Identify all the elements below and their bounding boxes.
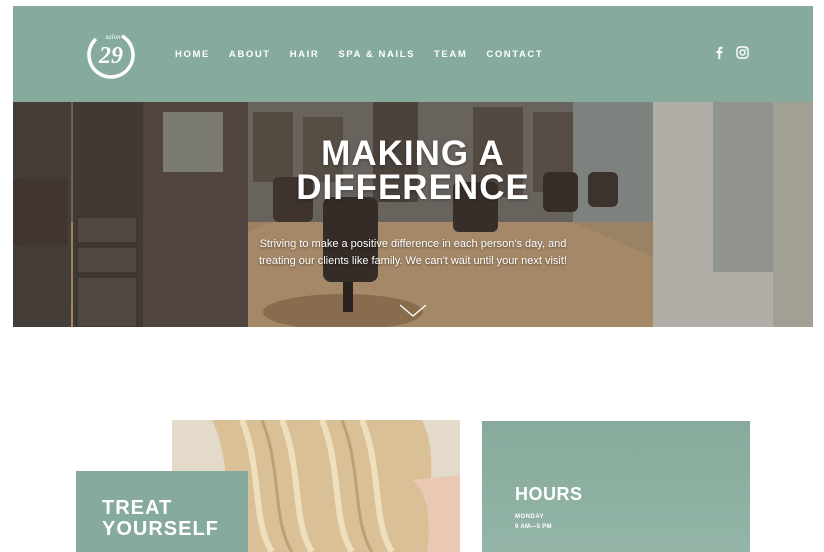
treat-title: TREAT YOURSELF	[102, 498, 248, 540]
svg-text:29: 29	[98, 43, 123, 69]
hero-subtitle: Striving to make a positive difference i…	[243, 236, 583, 270]
nav-home[interactable]: HOME	[175, 49, 210, 60]
hours-time: 9 AM—5 PM	[515, 524, 552, 530]
nav-team[interactable]: TEAM	[434, 49, 467, 60]
social-links	[713, 46, 749, 59]
nav-spa-nails[interactable]: SPA & NAILS	[338, 49, 415, 60]
nav-hair[interactable]: HAIR	[290, 49, 320, 60]
treat-title-line2: YOURSELF	[102, 518, 219, 540]
nav-contact[interactable]: CONTACT	[486, 49, 543, 60]
hours-card: HOURS MONDAY 9 AM—5 PM	[482, 421, 750, 552]
hero-subtitle-line1: Striving to make a positive difference i…	[259, 238, 567, 250]
hours-day: MONDAY	[515, 514, 545, 520]
site-header: 29 salon HOME ABOUT HAIR SPA & NAILS TEA…	[13, 6, 813, 102]
hero-title-line2: DIFFERENCE	[296, 168, 530, 207]
hero-title: MAKING A DIFFERENCE	[13, 134, 813, 207]
salon-logo[interactable]: 29 salon	[85, 28, 137, 80]
hero-subtitle-line2: treating our clients like family. We can…	[259, 255, 567, 267]
hero-title-line1: MAKING A	[321, 134, 505, 173]
hours-title: HOURS	[515, 484, 583, 504]
instagram-icon[interactable]	[736, 46, 749, 59]
nav-about[interactable]: ABOUT	[229, 49, 271, 60]
svg-text:salon: salon	[105, 33, 121, 41]
chevron-down-icon[interactable]	[398, 302, 428, 318]
treat-title-line1: TREAT	[102, 497, 173, 519]
treat-yourself-card[interactable]: TREAT YOURSELF	[76, 471, 248, 552]
main-nav: HOME ABOUT HAIR SPA & NAILS TEAM CONTACT	[175, 49, 562, 60]
hero-banner: MAKING A DIFFERENCE Striving to make a p…	[13, 102, 813, 327]
facebook-icon[interactable]	[713, 46, 726, 59]
